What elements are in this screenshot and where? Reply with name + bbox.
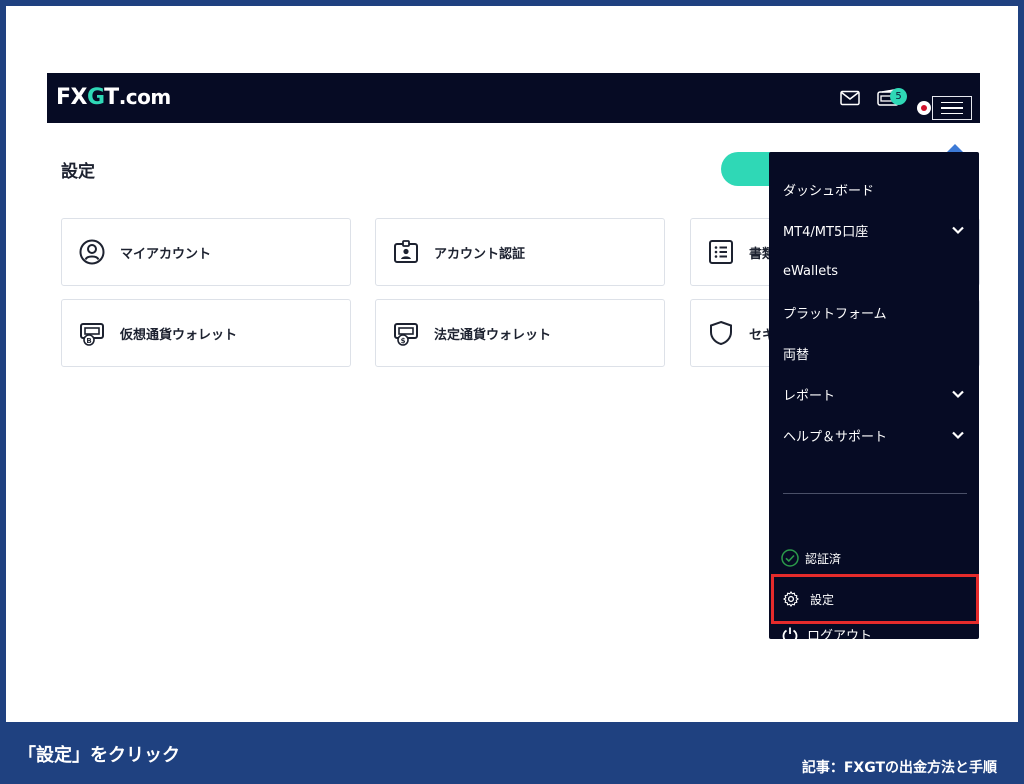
menu-item-label: eWallets [783, 263, 839, 279]
article-caption: 記事：FXGTの出金方法と手順 [801, 760, 997, 776]
menu-item-ewallets[interactable]: eWallets [783, 260, 965, 282]
fxgt-logo[interactable]: FXGT.com [56, 85, 171, 110]
card-label: マイアカウント [120, 246, 212, 262]
menu-item-settings[interactable]: 設定 [771, 574, 979, 624]
crypto-wallet-icon: B [78, 319, 106, 347]
power-icon [782, 627, 798, 639]
menu-item-label: 両替 [783, 347, 810, 363]
card-label: 仮想通貨ウォレット [120, 327, 238, 343]
shield-icon [707, 319, 735, 347]
instruction-caption: 「設定」をクリック [18, 745, 180, 766]
card-account-verification[interactable]: アカウント認証 [375, 218, 665, 286]
page-title: 設定 [61, 162, 95, 182]
logo-g: G [87, 85, 105, 110]
card-my-account[interactable]: マイアカウント [61, 218, 351, 286]
card-fiat-wallet[interactable]: $ 法定通貨ウォレット [375, 299, 665, 367]
notification-badge: 5 [890, 88, 907, 105]
logo-t: T [104, 85, 119, 110]
menu-item-label: ダッシュボード [783, 183, 875, 199]
settings-label: 設定 [810, 592, 835, 607]
menu-item-help-support[interactable]: ヘルプ＆サポート [783, 424, 965, 446]
list-icon [707, 238, 735, 266]
hamburger-menu-button[interactable] [932, 96, 972, 120]
logo-com: .com [118, 85, 172, 109]
menu-item-reports[interactable]: レポート [783, 383, 965, 405]
svg-text:B: B [86, 337, 91, 345]
menu-item-label: プラットフォーム [783, 306, 887, 322]
top-app-bar: FXGT.com 5 [47, 73, 980, 123]
menu-item-label: ヘルプ＆サポート [783, 429, 888, 445]
logout-label: ログアウト [807, 629, 873, 639]
card-label: アカウント認証 [434, 246, 526, 262]
mail-icon[interactable] [839, 73, 861, 123]
menu-divider [783, 493, 967, 494]
chevron-down-icon[interactable] [951, 428, 965, 442]
svg-text:$: $ [401, 337, 406, 345]
menu-item-platform[interactable]: プラットフォーム [783, 301, 965, 323]
nav-dropdown-menu: ダッシュボード MT4/MT5口座 eWallets プラットフォーム 両替 レ… [769, 152, 979, 639]
gear-icon [783, 591, 799, 607]
logo-fx: FX [56, 85, 88, 110]
user-circle-icon [78, 238, 106, 266]
menu-item-mt-accounts[interactable]: MT4/MT5口座 [783, 219, 965, 241]
id-badge-icon [392, 238, 420, 266]
card-label: 法定通貨ウォレット [434, 327, 552, 343]
dropdown-caret [947, 144, 963, 152]
screenshot-frame: FXGT.com 5 設定 マイアカウント アカウント認証 書類 B 仮想通貨ウ… [6, 6, 1018, 722]
chevron-down-icon[interactable] [951, 387, 965, 401]
fiat-wallet-icon: $ [392, 319, 420, 347]
menu-item-label: レポート [783, 388, 836, 404]
verification-status: 認証済 [781, 549, 841, 567]
menu-item-dashboard[interactable]: ダッシュボード [783, 178, 965, 200]
menu-item-exchange[interactable]: 両替 [783, 342, 965, 364]
verified-label: 認証済 [805, 551, 842, 566]
japan-flag-icon[interactable] [917, 101, 931, 115]
chevron-down-icon[interactable] [951, 223, 965, 237]
menu-item-label: MT4/MT5口座 [783, 224, 869, 240]
card-crypto-wallet[interactable]: B 仮想通貨ウォレット [61, 299, 351, 367]
menu-item-logout[interactable]: ログアウト [781, 625, 872, 639]
check-circle-icon [781, 549, 799, 567]
